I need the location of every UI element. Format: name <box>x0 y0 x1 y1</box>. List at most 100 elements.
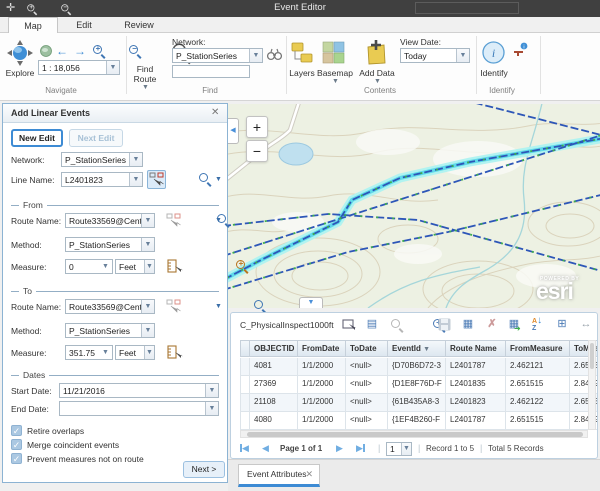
from-unit-dropdown[interactable]: Feet ▼ <box>115 259 155 274</box>
select-features-icon[interactable] <box>342 318 356 332</box>
back-arrow-icon[interactable]: ← <box>56 45 68 57</box>
column-header-frommeasure[interactable]: FromMeasure <box>506 340 570 357</box>
prevent-measures-checkbox[interactable]: ✓ <box>11 453 22 464</box>
scale-dropdown[interactable]: 1 : 18,056 ▼ <box>38 60 120 75</box>
sort-chevron-icon[interactable]: ▼ <box>423 346 430 353</box>
horizontal-scrollbar[interactable] <box>240 430 588 438</box>
cell[interactable]: 4080 <box>250 412 298 430</box>
chevron-down-icon[interactable]: ▼ <box>99 260 112 273</box>
column-header-objectid[interactable]: OBJECTID <box>250 340 298 357</box>
retire-overlaps-checkbox[interactable]: ✓ <box>11 425 22 436</box>
layers-icon[interactable] <box>290 41 314 65</box>
tab-map[interactable]: Map <box>8 17 58 33</box>
network-dropdown[interactable]: P_StationSeries ▼ <box>61 152 143 167</box>
chevron-down-icon[interactable]: ▼ <box>141 300 154 313</box>
from-method-dropdown[interactable]: P_StationSeries ▼ <box>65 237 155 252</box>
map-zoom-out-button[interactable]: − <box>246 140 268 162</box>
titlebar-search-box[interactable] <box>415 2 519 14</box>
ribbon-network-dropdown[interactable]: P_StationSeries ▼ <box>172 48 263 63</box>
zoom-to-selected-icon[interactable] <box>390 318 404 332</box>
row-selector[interactable] <box>240 376 250 394</box>
select-measure-icon[interactable] <box>167 344 183 360</box>
end-date-dropdown[interactable]: ▼ <box>59 401 219 416</box>
identify-route-icon[interactable]: i <box>512 42 528 58</box>
tab-event-attributes[interactable]: Event Attributes ✕ <box>238 464 320 487</box>
new-edit-button[interactable]: New Edit <box>11 129 63 147</box>
cell[interactable]: {1EF4B260-F <box>388 412 446 430</box>
column-header-routename[interactable]: Route Name <box>446 340 506 357</box>
column-header-fromdate[interactable]: FromDate <box>298 340 346 357</box>
export-table-icon[interactable]: ▦➜ <box>506 317 522 331</box>
collapse-panel-button[interactable]: ◀ <box>228 118 239 144</box>
row-selector[interactable] <box>240 394 250 412</box>
to-method-dropdown[interactable]: P_StationSeries ▼ <box>65 323 155 338</box>
line-name-dropdown[interactable]: L2401823 ▼ <box>61 172 143 187</box>
prev-page-icon[interactable]: ◀ <box>262 443 269 454</box>
forward-arrow-icon[interactable]: → <box>74 45 86 57</box>
to-measure-combo[interactable]: 351.75 ▼ <box>65 345 113 360</box>
delete-icon[interactable]: ✗ <box>484 317 500 331</box>
add-data-icon[interactable] <box>364 39 388 65</box>
close-icon[interactable]: ✕ <box>305 469 313 480</box>
view-date-dropdown[interactable]: Today ▼ <box>400 48 470 63</box>
from-route-dropdown[interactable]: Route33569@Cent ▼ <box>65 213 155 228</box>
column-header-todate[interactable]: ToDate <box>346 340 388 357</box>
chevron-down-icon[interactable]: ▼ <box>456 49 469 62</box>
collapse-table-button[interactable]: ▼ <box>299 297 323 308</box>
add-data-chevron-icon[interactable]: ▼ <box>374 78 381 85</box>
cell[interactable]: <null> <box>346 358 388 376</box>
cell[interactable]: 1/1/2000 <box>298 394 346 412</box>
show-all-records-icon[interactable]: ▤ <box>364 317 380 331</box>
ribbon-zoom-out-icon[interactable]: − <box>128 44 142 58</box>
chevron-down-icon[interactable]: ▼ <box>144 260 154 273</box>
map-view[interactable]: POWERED BY esri <box>228 104 600 308</box>
scrollbar-thumb[interactable] <box>247 432 583 437</box>
cell[interactable]: {D1E8F76D-F <box>388 376 446 394</box>
map-zoom-in-button[interactable]: + <box>246 116 268 138</box>
cell[interactable]: 2.651515 <box>506 412 570 430</box>
merge-coincident-checkbox[interactable]: ✓ <box>11 439 22 450</box>
select-line-on-map-button[interactable] <box>147 170 166 189</box>
from-measure-zoom-icon[interactable]: + <box>235 259 249 273</box>
cell[interactable]: 27369 <box>250 376 298 394</box>
chevron-down-icon[interactable]: ▼ <box>141 214 154 227</box>
cell[interactable]: <null> <box>346 376 388 394</box>
chevron-down-icon[interactable]: ▼ <box>401 443 411 455</box>
ribbon-zoom-in-icon[interactable]: + <box>92 44 106 58</box>
identify-icon[interactable]: i <box>482 41 505 64</box>
cell[interactable]: 1/1/2000 <box>298 412 346 430</box>
extent-icon[interactable]: ↔ <box>578 317 594 331</box>
row-selector[interactable] <box>240 358 250 376</box>
binoculars-icon[interactable] <box>267 48 282 61</box>
first-page-icon[interactable]: ◀ <box>240 443 249 454</box>
to-route-zoom-icon[interactable] <box>253 299 267 313</box>
cell[interactable]: 4081 <box>250 358 298 376</box>
globe-icon[interactable] <box>40 45 52 57</box>
vertical-scrollbar[interactable] <box>588 340 596 430</box>
chevron-down-icon[interactable]: ▼ <box>129 153 142 166</box>
next-edit-button[interactable]: Next Edit <box>69 129 123 147</box>
cell[interactable]: 21108 <box>250 394 298 412</box>
chevron-down-icon[interactable]: ▼ <box>106 61 119 74</box>
attribute-window-icon[interactable]: ⊞ <box>554 317 570 331</box>
select-route-on-map-icon[interactable] <box>165 298 182 315</box>
basemap-chevron-icon[interactable]: ▼ <box>332 78 339 85</box>
cell[interactable]: 2.462121 <box>506 358 570 376</box>
cell[interactable]: L2401787 <box>446 358 506 376</box>
cell[interactable]: L2401823 <box>446 394 506 412</box>
chevron-down-icon[interactable]: ▼ <box>249 49 262 62</box>
scrollbar-thumb[interactable] <box>590 343 594 369</box>
from-measure-combo[interactable]: 0 ▼ <box>65 259 113 274</box>
sort-icon[interactable]: A↓Z <box>532 317 542 332</box>
chevron-down-icon[interactable]: ▼ <box>205 402 218 415</box>
to-route-zoom-chevron-icon[interactable]: ▼ <box>215 303 222 310</box>
column-header-eventid[interactable]: EventId ▼ <box>388 340 446 357</box>
next-button[interactable]: Next > <box>183 461 225 478</box>
cell[interactable]: 1/1/2000 <box>298 358 346 376</box>
explore-icon[interactable] <box>7 40 33 66</box>
route-search-input[interactable] <box>172 65 250 78</box>
calculate-icon[interactable]: ▦ <box>460 317 476 331</box>
page-select-dropdown[interactable]: 1 ▼ <box>386 442 412 456</box>
chevron-down-icon[interactable]: ▼ <box>144 346 154 359</box>
next-page-icon[interactable]: ▶ <box>336 443 343 454</box>
